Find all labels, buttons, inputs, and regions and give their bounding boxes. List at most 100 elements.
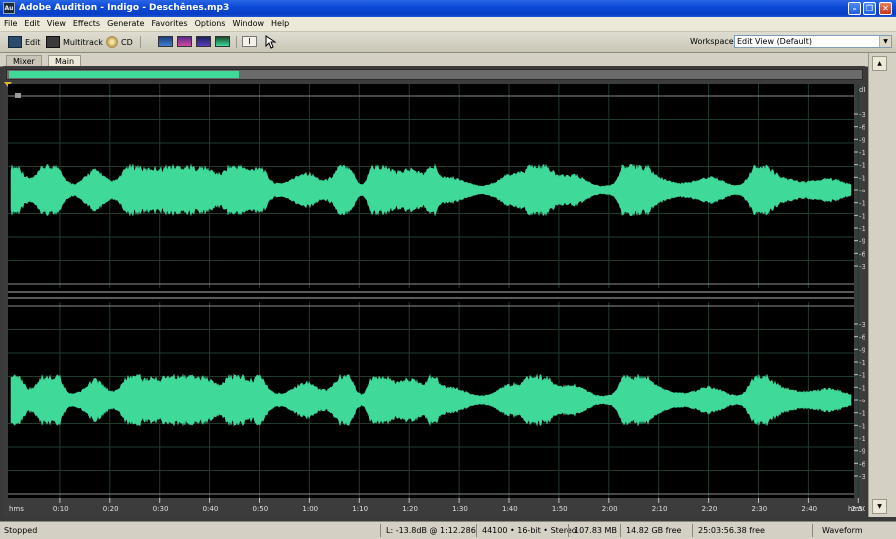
time-tick-label: 0:20: [103, 505, 119, 513]
cd-label: CD: [121, 37, 133, 47]
db-label: -∞: [859, 187, 865, 195]
time-free: 25:03:56.38 free: [698, 526, 765, 535]
tab-main-label: Main: [55, 57, 75, 66]
app-icon[interactable]: Au: [3, 2, 15, 14]
toolbar: Edit Multitrack CD I Workspace: Edit Vie…: [0, 32, 896, 53]
time-tick-label: 2:20: [702, 505, 718, 513]
multitrack-icon: [46, 36, 60, 48]
waveform-editor[interactable]: dB -3 -6 -9 -12 -15 -18 -∞ -18 -15 -12 -9 -6 -3 -3 -6 -9…: [3, 66, 865, 516]
time-tick-label: 1:50: [552, 505, 568, 513]
time-tick-label: 2:30: [752, 505, 768, 513]
time-tick-label: 2:00: [602, 505, 618, 513]
db-label: -15: [859, 422, 865, 430]
time-tick-label: 2:40: [801, 505, 817, 513]
scroll-down-button[interactable]: ▼: [872, 499, 887, 514]
menu-options[interactable]: Options: [191, 17, 229, 28]
db-label: -6: [859, 250, 865, 258]
time-tick-label: 1:10: [352, 505, 368, 513]
close-icon: ✕: [882, 4, 889, 13]
window-title: Adobe Audition - Indigo - Deschênes.mp3: [19, 3, 230, 13]
db-label: -∞: [859, 397, 865, 405]
disk-free: 14.82 GB free: [626, 526, 682, 535]
edit-view-label: Edit: [25, 37, 41, 47]
time-unit-label: hms: [9, 505, 24, 513]
workspace-value: Edit View (Default): [737, 37, 813, 46]
db-label: -18: [859, 384, 865, 392]
status-separator: [568, 524, 569, 537]
menu-bar: File Edit View Effects Generate Favorites Opti…: [0, 17, 896, 32]
db-label: -15: [859, 162, 865, 170]
edit-view-button[interactable]: Edit: [8, 35, 41, 49]
status-separator: [692, 524, 693, 537]
spectral-pan-button[interactable]: [196, 36, 211, 47]
db-label: -15: [859, 372, 865, 380]
menu-favorites[interactable]: Favorites: [147, 17, 190, 28]
menu-view[interactable]: View: [43, 17, 69, 28]
minimize-icon: –: [852, 4, 857, 13]
workspace-select[interactable]: Edit View (Default) ▼: [734, 35, 892, 48]
tab-mixer-label: Mixer: [13, 57, 35, 66]
menu-generate[interactable]: Generate: [103, 17, 147, 28]
status-separator: [812, 524, 813, 537]
time-end-label: hms: [848, 505, 863, 513]
db-label: -12: [859, 359, 865, 367]
multitrack-view-button[interactable]: Multitrack: [46, 35, 103, 49]
vertical-zoom-strip[interactable]: ▲ ▼: [868, 53, 896, 517]
db-label: -9: [859, 136, 865, 144]
time-tick-label: 2:10: [652, 505, 668, 513]
maximize-button[interactable]: ❐: [863, 2, 876, 15]
db-label: -9: [859, 238, 865, 246]
status-separator: [380, 524, 381, 537]
time-tick-label: 1:00: [302, 505, 318, 513]
db-label: -18: [859, 200, 865, 208]
panel-tabs: Mixer Main: [0, 53, 896, 67]
edit-view-icon: [8, 36, 22, 48]
spectral-phase-button[interactable]: [215, 36, 230, 47]
menu-edit[interactable]: Edit: [20, 17, 43, 28]
scroll-up-button[interactable]: ▲: [872, 56, 887, 71]
file-size: 107.83 MB: [574, 526, 617, 535]
menu-file[interactable]: File: [0, 17, 20, 28]
chevron-up-icon: ▲: [877, 60, 882, 67]
selection-handle: [15, 93, 21, 98]
status-bar: Stopped L: -13.8dB @ 1:12.286 44100 • 16…: [0, 521, 896, 539]
close-button[interactable]: ✕: [879, 2, 892, 15]
chevron-down-icon: ▼: [877, 503, 882, 510]
time-ruler: [3, 498, 865, 516]
time-tick-label: 0:30: [153, 505, 169, 513]
time-tick-label: 0:10: [53, 505, 69, 513]
channel-divider: [8, 288, 854, 302]
sample-format: 44100 • 16-bit • Stereo: [482, 526, 577, 535]
waveform-display[interactable]: dB -3 -6 -9 -12 -15 -18 -∞ -18 -15 -12 -9 -6 -3 -3 -6 -9…: [3, 66, 865, 516]
db-label: -15: [859, 212, 865, 220]
db-label: -3: [859, 473, 865, 481]
time-selection-tool[interactable]: I: [242, 36, 257, 47]
chevron-down-icon[interactable]: ▼: [879, 36, 891, 47]
menu-help[interactable]: Help: [267, 17, 292, 28]
menu-window[interactable]: Window: [228, 17, 267, 28]
marquee-tool[interactable]: [264, 35, 278, 49]
status-separator: [476, 524, 477, 537]
workspace-label: Workspace:: [690, 37, 737, 46]
view-mode: Waveform: [822, 526, 863, 535]
db-label: -12: [859, 149, 865, 157]
level-readout: L: -13.8dB @: [386, 526, 438, 535]
waveform-view-button[interactable]: [158, 36, 173, 47]
db-label: -6: [859, 334, 865, 342]
status-separator: [620, 524, 621, 537]
db-label: -12: [859, 225, 865, 233]
menu-effects[interactable]: Effects: [69, 17, 103, 28]
tab-mixer[interactable]: Mixer: [6, 55, 42, 66]
time-tick-label: 0:40: [203, 505, 219, 513]
db-label: -6: [859, 124, 865, 132]
tab-main[interactable]: Main: [48, 55, 82, 66]
minimize-button[interactable]: –: [848, 2, 861, 15]
cd-view-button[interactable]: CD: [106, 35, 133, 49]
time-tick-label: 1:40: [502, 505, 518, 513]
db-label: -18: [859, 174, 865, 182]
cursor-icon: [265, 35, 277, 49]
ibeam-icon: I: [248, 37, 251, 46]
cd-icon: [106, 36, 118, 48]
title-bar[interactable]: Au Adobe Audition - Indigo - Deschênes.m…: [0, 0, 896, 17]
spectral-frequency-button[interactable]: [177, 36, 192, 47]
